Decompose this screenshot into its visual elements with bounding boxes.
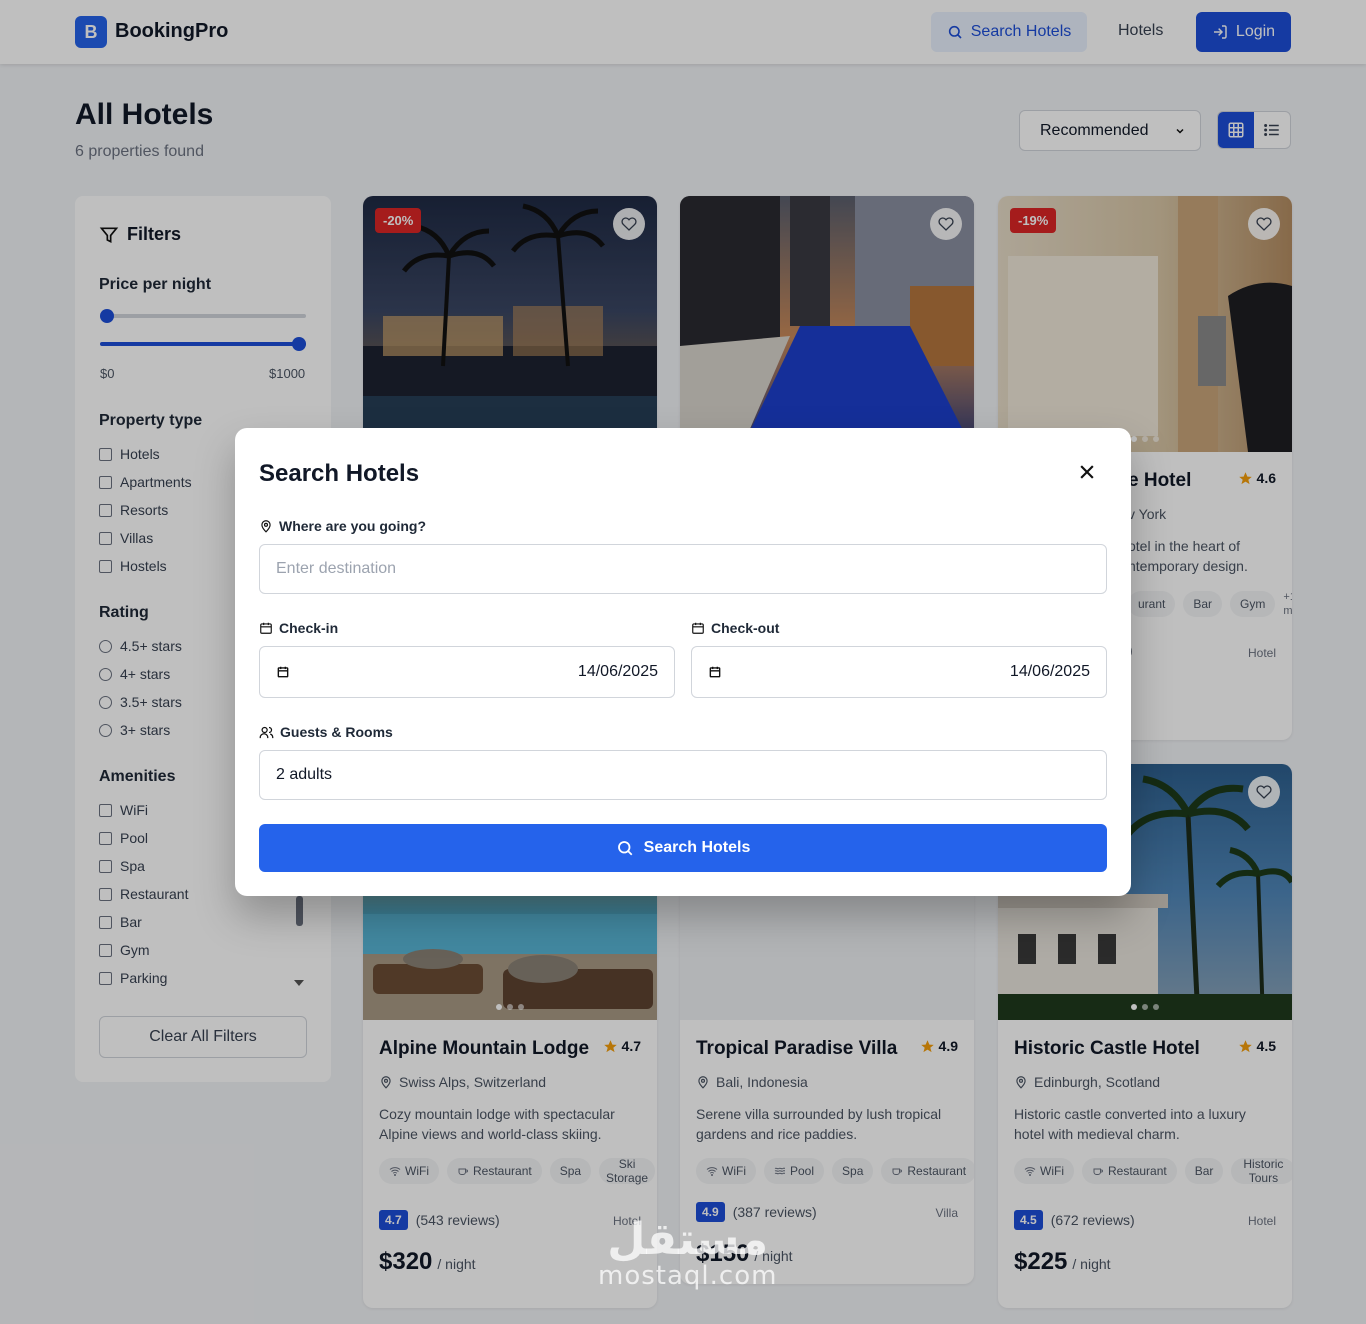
- close-modal-button[interactable]: [1073, 458, 1101, 486]
- submit-label: Search Hotels: [643, 839, 751, 856]
- calendar-icon: [260, 622, 272, 634]
- calendar-icon[interactable]: [708, 665, 722, 679]
- destination-label: Where are you going?: [259, 518, 426, 534]
- checkout-date-input[interactable]: 14/06/2025: [691, 646, 1107, 698]
- users-icon: [259, 726, 274, 738]
- search-hotels-modal: Search Hotels Where are you going? Check…: [235, 428, 1131, 896]
- calendar-icon[interactable]: [276, 665, 290, 679]
- label-text: Check-out: [711, 620, 780, 636]
- watermark-domain: mostaql.com: [598, 1261, 778, 1291]
- checkin-label: Check-in: [259, 620, 338, 636]
- label-text: Check-in: [279, 620, 339, 636]
- label-text: Where are you going?: [279, 518, 427, 534]
- close-icon: [1080, 465, 1094, 479]
- guests-rooms-input[interactable]: 2 adults: [259, 750, 1107, 800]
- guests-label: Guests & Rooms: [259, 724, 393, 740]
- guests-value: 2 adults: [276, 766, 333, 783]
- search-hotels-submit-button[interactable]: Search Hotels: [259, 824, 1107, 872]
- map-pin-icon: [261, 520, 271, 533]
- checkout-label: Check-out: [691, 620, 779, 636]
- page: B BookingPro Search Hotels Hotels Login …: [0, 0, 1366, 1324]
- destination-input[interactable]: [259, 544, 1107, 594]
- modal-title: Search Hotels: [259, 460, 420, 487]
- label-text: Guests & Rooms: [280, 724, 393, 740]
- calendar-icon: [692, 622, 704, 634]
- checkout-value: 14/06/2025: [1009, 663, 1090, 680]
- checkin-date-input[interactable]: 14/06/2025: [259, 646, 675, 698]
- search-icon: [617, 841, 633, 856]
- checkin-value: 14/06/2025: [577, 663, 658, 680]
- watermark: مستقل mostaql.com: [598, 1214, 778, 1291]
- watermark-arabic: مستقل: [607, 1214, 769, 1265]
